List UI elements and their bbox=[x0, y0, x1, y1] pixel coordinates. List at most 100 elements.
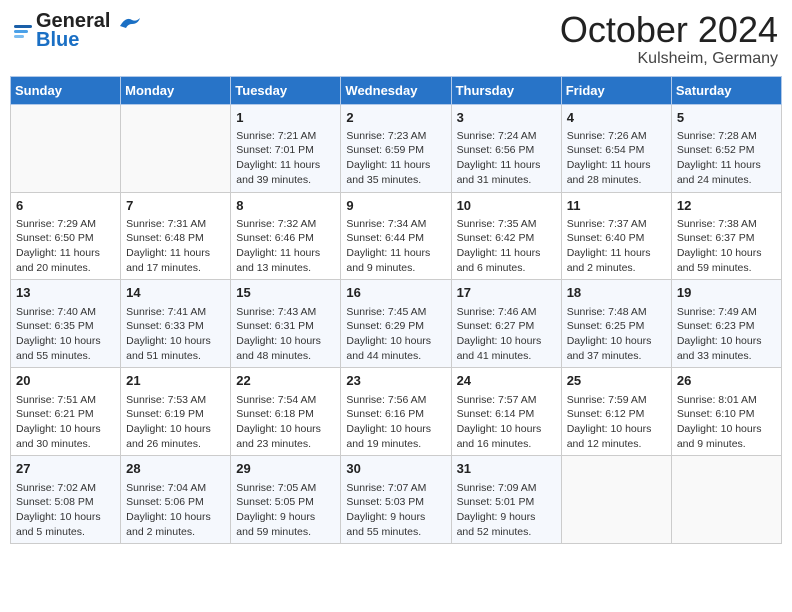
calendar-header-row: SundayMondayTuesdayWednesdayThursdayFrid… bbox=[11, 76, 782, 104]
day-info: Sunrise: 7:23 AM Sunset: 6:59 PM Dayligh… bbox=[346, 129, 445, 188]
calendar-cell: 29 Sunrise: 7:05 AM Sunset: 5:05 PM Dayli… bbox=[231, 456, 341, 544]
logo: General Blue bbox=[14, 10, 140, 52]
day-number: 19 bbox=[677, 284, 776, 302]
calendar-cell: 8Sunrise: 7:32 AM Sunset: 6:46 PM Daylig… bbox=[231, 192, 341, 280]
day-number: 4 bbox=[567, 109, 666, 127]
day-info: Sunrise: 7:02 AM Sunset: 5:08 PM Dayligh… bbox=[16, 481, 115, 540]
day-info: Sunrise: 7:57 AM Sunset: 6:14 PM Dayligh… bbox=[457, 393, 556, 452]
calendar-cell: 14 Sunrise: 7:41 AM Sunset: 6:33 PM Dayli… bbox=[121, 280, 231, 368]
day-info: Sunrise: 7:54 AM Sunset: 6:18 PM Dayligh… bbox=[236, 393, 335, 452]
calendar-cell: 20 Sunrise: 7:51 AM Sunset: 6:21 PM Dayli… bbox=[11, 368, 121, 456]
calendar-cell: 1Sunrise: 7:21 AM Sunset: 7:01 PM Daylig… bbox=[231, 104, 341, 192]
calendar-cell: 22 Sunrise: 7:54 AM Sunset: 6:18 PM Dayli… bbox=[231, 368, 341, 456]
day-number: 8 bbox=[236, 197, 335, 215]
calendar-cell bbox=[561, 456, 671, 544]
day-info: Sunrise: 7:28 AM Sunset: 6:52 PM Dayligh… bbox=[677, 129, 776, 188]
day-info: Sunrise: 7:56 AM Sunset: 6:16 PM Dayligh… bbox=[346, 393, 445, 452]
calendar-cell: 6 Sunrise: 7:29 AM Sunset: 6:50 PM Daylig… bbox=[11, 192, 121, 280]
calendar-cell: 13 Sunrise: 7:40 AM Sunset: 6:35 PM Dayli… bbox=[11, 280, 121, 368]
day-number: 17 bbox=[457, 284, 556, 302]
title-area: October 2024 Kulsheim, Germany bbox=[560, 10, 778, 68]
day-info: Sunrise: 8:01 AM Sunset: 6:10 PM Dayligh… bbox=[677, 393, 776, 452]
calendar-cell: 25 Sunrise: 7:59 AM Sunset: 6:12 PM Dayli… bbox=[561, 368, 671, 456]
day-info: Sunrise: 7:26 AM Sunset: 6:54 PM Dayligh… bbox=[567, 129, 666, 188]
logo-decoration bbox=[14, 25, 32, 38]
calendar-cell: 10 Sunrise: 7:35 AM Sunset: 6:42 PM Dayli… bbox=[451, 192, 561, 280]
calendar-cell bbox=[11, 104, 121, 192]
bird-icon bbox=[118, 14, 140, 30]
day-number: 31 bbox=[457, 460, 556, 478]
day-header-thursday: Thursday bbox=[451, 76, 561, 104]
calendar-cell: 12 Sunrise: 7:38 AM Sunset: 6:37 PM Dayli… bbox=[671, 192, 781, 280]
page-header: General Blue October 2024 Kulsheim, Germ… bbox=[10, 10, 782, 68]
day-info: Sunrise: 7:31 AM Sunset: 6:48 PM Dayligh… bbox=[126, 217, 225, 276]
calendar-cell: 18Sunrise: 7:48 AM Sunset: 6:25 PM Dayli… bbox=[561, 280, 671, 368]
day-header-wednesday: Wednesday bbox=[341, 76, 451, 104]
day-number: 1 bbox=[236, 109, 335, 127]
day-info: Sunrise: 7:43 AM Sunset: 6:31 PM Dayligh… bbox=[236, 305, 335, 364]
day-number: 11 bbox=[567, 197, 666, 215]
calendar-cell: 7Sunrise: 7:31 AM Sunset: 6:48 PM Daylig… bbox=[121, 192, 231, 280]
location-subtitle: Kulsheim, Germany bbox=[560, 50, 778, 68]
day-number: 5 bbox=[677, 109, 776, 127]
day-info: Sunrise: 7:40 AM Sunset: 6:35 PM Dayligh… bbox=[16, 305, 115, 364]
day-number: 23 bbox=[346, 372, 445, 390]
day-number: 13 bbox=[16, 284, 115, 302]
calendar-cell: 5 Sunrise: 7:28 AM Sunset: 6:52 PM Daylig… bbox=[671, 104, 781, 192]
day-number: 29 bbox=[236, 460, 335, 478]
calendar-cell: 23 Sunrise: 7:56 AM Sunset: 6:16 PM Dayli… bbox=[341, 368, 451, 456]
day-info: Sunrise: 7:37 AM Sunset: 6:40 PM Dayligh… bbox=[567, 217, 666, 276]
day-number: 14 bbox=[126, 284, 225, 302]
day-info: Sunrise: 7:53 AM Sunset: 6:19 PM Dayligh… bbox=[126, 393, 225, 452]
day-info: Sunrise: 7:34 AM Sunset: 6:44 PM Dayligh… bbox=[346, 217, 445, 276]
day-number: 24 bbox=[457, 372, 556, 390]
calendar-week-row: 13 Sunrise: 7:40 AM Sunset: 6:35 PM Dayli… bbox=[11, 280, 782, 368]
day-info: Sunrise: 7:35 AM Sunset: 6:42 PM Dayligh… bbox=[457, 217, 556, 276]
day-number: 9 bbox=[346, 197, 445, 215]
day-number: 21 bbox=[126, 372, 225, 390]
day-info: Sunrise: 7:04 AM Sunset: 5:06 PM Dayligh… bbox=[126, 481, 225, 540]
day-info: Sunrise: 7:38 AM Sunset: 6:37 PM Dayligh… bbox=[677, 217, 776, 276]
calendar-cell: 30Sunrise: 7:07 AM Sunset: 5:03 PM Dayli… bbox=[341, 456, 451, 544]
day-number: 22 bbox=[236, 372, 335, 390]
day-number: 6 bbox=[16, 197, 115, 215]
calendar-cell: 11 Sunrise: 7:37 AM Sunset: 6:40 PM Dayli… bbox=[561, 192, 671, 280]
day-info: Sunrise: 7:49 AM Sunset: 6:23 PM Dayligh… bbox=[677, 305, 776, 364]
calendar-cell: 16Sunrise: 7:45 AM Sunset: 6:29 PM Dayli… bbox=[341, 280, 451, 368]
day-number: 2 bbox=[346, 109, 445, 127]
calendar-cell: 31 Sunrise: 7:09 AM Sunset: 5:01 PM Dayli… bbox=[451, 456, 561, 544]
day-header-sunday: Sunday bbox=[11, 76, 121, 104]
day-number: 27 bbox=[16, 460, 115, 478]
calendar-week-row: 1Sunrise: 7:21 AM Sunset: 7:01 PM Daylig… bbox=[11, 104, 782, 192]
day-number: 10 bbox=[457, 197, 556, 215]
day-number: 18 bbox=[567, 284, 666, 302]
day-header-monday: Monday bbox=[121, 76, 231, 104]
month-title: October 2024 bbox=[560, 10, 778, 50]
day-info: Sunrise: 7:51 AM Sunset: 6:21 PM Dayligh… bbox=[16, 393, 115, 452]
calendar-cell: 21 Sunrise: 7:53 AM Sunset: 6:19 PM Dayli… bbox=[121, 368, 231, 456]
day-info: Sunrise: 7:09 AM Sunset: 5:01 PM Dayligh… bbox=[457, 481, 556, 540]
day-number: 28 bbox=[126, 460, 225, 478]
day-number: 12 bbox=[677, 197, 776, 215]
day-info: Sunrise: 7:05 AM Sunset: 5:05 PM Dayligh… bbox=[236, 481, 335, 540]
day-info: Sunrise: 7:29 AM Sunset: 6:50 PM Dayligh… bbox=[16, 217, 115, 276]
calendar-cell: 2 Sunrise: 7:23 AM Sunset: 6:59 PM Daylig… bbox=[341, 104, 451, 192]
calendar-cell: 15Sunrise: 7:43 AM Sunset: 6:31 PM Dayli… bbox=[231, 280, 341, 368]
calendar-cell: 24 Sunrise: 7:57 AM Sunset: 6:14 PM Dayli… bbox=[451, 368, 561, 456]
day-header-tuesday: Tuesday bbox=[231, 76, 341, 104]
calendar-cell: 17Sunrise: 7:46 AM Sunset: 6:27 PM Dayli… bbox=[451, 280, 561, 368]
calendar-cell: 27 Sunrise: 7:02 AM Sunset: 5:08 PM Dayli… bbox=[11, 456, 121, 544]
day-number: 20 bbox=[16, 372, 115, 390]
calendar-cell: 28 Sunrise: 7:04 AM Sunset: 5:06 PM Dayli… bbox=[121, 456, 231, 544]
calendar-week-row: 27 Sunrise: 7:02 AM Sunset: 5:08 PM Dayli… bbox=[11, 456, 782, 544]
day-info: Sunrise: 7:41 AM Sunset: 6:33 PM Dayligh… bbox=[126, 305, 225, 364]
day-number: 25 bbox=[567, 372, 666, 390]
calendar-cell: 9 Sunrise: 7:34 AM Sunset: 6:44 PM Daylig… bbox=[341, 192, 451, 280]
day-info: Sunrise: 7:59 AM Sunset: 6:12 PM Dayligh… bbox=[567, 393, 666, 452]
calendar-cell: 26Sunrise: 8:01 AM Sunset: 6:10 PM Dayli… bbox=[671, 368, 781, 456]
day-info: Sunrise: 7:07 AM Sunset: 5:03 PM Dayligh… bbox=[346, 481, 445, 540]
day-number: 3 bbox=[457, 109, 556, 127]
calendar-cell bbox=[671, 456, 781, 544]
day-header-friday: Friday bbox=[561, 76, 671, 104]
day-info: Sunrise: 7:45 AM Sunset: 6:29 PM Dayligh… bbox=[346, 305, 445, 364]
